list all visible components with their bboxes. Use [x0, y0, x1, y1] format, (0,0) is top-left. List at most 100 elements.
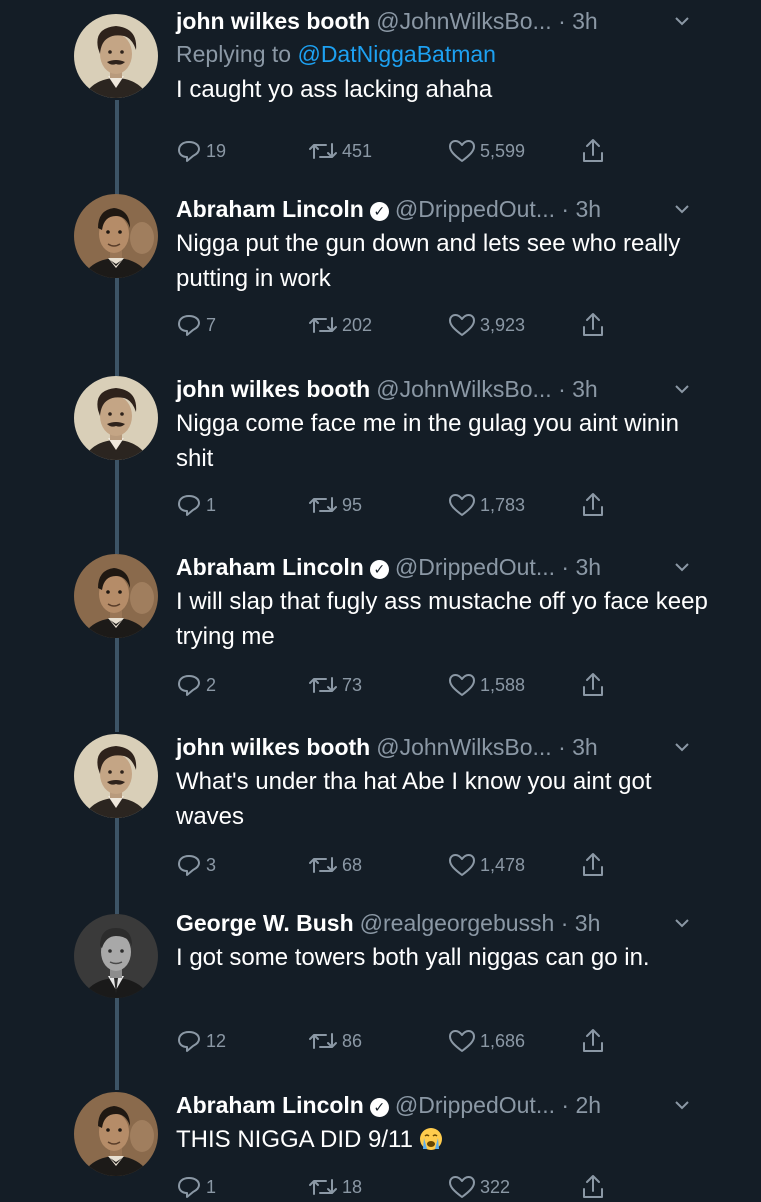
timestamp[interactable]: · 3h — [558, 732, 598, 762]
like-button[interactable]: 3,923 — [448, 310, 525, 340]
like-button[interactable]: 1,686 — [448, 1026, 525, 1056]
avatar[interactable] — [74, 914, 158, 998]
chevron-down-icon[interactable] — [672, 6, 692, 36]
reply-icon — [178, 495, 200, 516]
retweet-count: 86 — [342, 1030, 363, 1051]
retweet-count: 73 — [342, 674, 363, 695]
heart-icon — [449, 1030, 475, 1052]
user-handle[interactable]: @JohnWilksBo... — [376, 6, 551, 36]
share-button[interactable] — [580, 310, 610, 340]
reply-button[interactable]: 1 — [176, 490, 216, 520]
like-button[interactable]: 1,783 — [448, 490, 525, 520]
loudly-crying-face-icon — [419, 1126, 443, 1150]
user-handle[interactable]: @DrippedOut... — [395, 1090, 555, 1120]
tweet-header: Abraham Lincoln ✓ @DrippedOut... · 3h — [176, 552, 716, 582]
tweet-header: George W. Bush @realgeorgebussh · 3h — [176, 908, 716, 938]
tweet[interactable]: George W. Bush @realgeorgebussh · 3h I go… — [0, 900, 761, 1076]
reply-prefix: Replying to — [176, 41, 292, 67]
reply-button[interactable]: 19 — [176, 136, 226, 166]
avatar[interactable] — [74, 554, 158, 638]
user-handle[interactable]: @DrippedOut... — [395, 194, 555, 224]
display-name[interactable]: Abraham Lincoln — [176, 1090, 364, 1120]
tweet-text-container: THIS NIGGA DID 9/11 — [176, 1122, 716, 1157]
timestamp[interactable]: · 3h — [558, 374, 598, 404]
retweet-button[interactable]: 202 — [308, 310, 372, 340]
like-count: 1,478 — [480, 854, 526, 875]
display-name[interactable]: Abraham Lincoln — [176, 194, 364, 224]
reply-button[interactable]: 1 — [176, 1172, 216, 1202]
user-handle[interactable]: @realgeorgebussh — [360, 908, 555, 938]
share-button[interactable] — [580, 1172, 610, 1202]
retweet-button[interactable]: 451 — [308, 136, 372, 166]
chevron-down-icon[interactable] — [672, 908, 692, 938]
tweet[interactable]: john wilkes booth @JohnWilksBo... · 3h Ni… — [0, 360, 761, 536]
retweet-count: 95 — [342, 494, 363, 515]
avatar[interactable] — [74, 376, 158, 460]
user-handle[interactable]: @DrippedOut... — [395, 552, 555, 582]
reply-mention-link[interactable]: @DatNiggaBatman — [297, 41, 496, 67]
tweet-text: What's under tha hat Abe I know you aint… — [176, 768, 652, 830]
retweet-button[interactable]: 18 — [308, 1172, 362, 1202]
like-count: 5,599 — [480, 140, 526, 161]
tweet-actions: 1 95 1,783 — [176, 490, 716, 520]
chevron-down-icon[interactable] — [672, 732, 692, 762]
like-button[interactable]: 1,478 — [448, 850, 525, 880]
tweet[interactable]: john wilkes booth @JohnWilksBo... · 3h Re… — [0, 0, 761, 176]
chevron-down-icon[interactable] — [672, 552, 692, 582]
tweet-actions: 19 451 5,599 — [176, 136, 716, 166]
share-button[interactable] — [580, 490, 610, 520]
display-name[interactable]: Abraham Lincoln — [176, 552, 364, 582]
timestamp[interactable]: · 3h — [561, 908, 601, 938]
retweet-icon — [309, 1179, 337, 1195]
retweet-button[interactable]: 68 — [308, 850, 362, 880]
reply-button[interactable]: 12 — [176, 1026, 226, 1056]
timestamp[interactable]: · 3h — [561, 552, 601, 582]
heart-icon — [449, 1176, 475, 1198]
like-button[interactable]: 322 — [448, 1172, 510, 1202]
avatar[interactable] — [74, 14, 158, 98]
avatar[interactable] — [74, 734, 158, 818]
like-count: 322 — [480, 1176, 511, 1197]
user-handle[interactable]: @JohnWilksBo... — [376, 374, 551, 404]
share-button[interactable] — [580, 850, 610, 880]
retweet-button[interactable]: 73 — [308, 670, 362, 700]
display-name[interactable]: john wilkes booth — [176, 6, 370, 36]
share-icon — [583, 853, 603, 876]
like-button[interactable]: 5,599 — [448, 136, 525, 166]
reply-button[interactable]: 3 — [176, 850, 216, 880]
lincoln-portrait-icon — [74, 194, 158, 278]
display-name[interactable]: john wilkes booth — [176, 732, 370, 762]
chevron-down-icon[interactable] — [672, 1090, 692, 1120]
retweet-button[interactable]: 95 — [308, 490, 362, 520]
like-button[interactable]: 1,588 — [448, 670, 525, 700]
share-button[interactable] — [580, 1026, 610, 1056]
tweet-text: Nigga come face me in the gulag you aint… — [176, 410, 679, 472]
avatar[interactable] — [74, 194, 158, 278]
share-button[interactable] — [580, 670, 610, 700]
reply-button[interactable]: 7 — [176, 310, 216, 340]
reply-button[interactable]: 2 — [176, 670, 216, 700]
tweet-header: john wilkes booth @JohnWilksBo... · 3h — [176, 374, 716, 404]
display-name[interactable]: George W. Bush — [176, 908, 354, 938]
tweet[interactable]: Abraham Lincoln ✓ @DrippedOut... · 3h I wi… — [0, 540, 761, 716]
timestamp[interactable]: · 2h — [561, 1090, 601, 1120]
display-name[interactable]: john wilkes booth — [176, 374, 370, 404]
retweet-button[interactable]: 86 — [308, 1026, 362, 1056]
reply-count: 1 — [206, 1176, 217, 1197]
tweet[interactable]: Abraham Lincoln ✓ @DrippedOut... · 3h Nigg… — [0, 180, 761, 356]
retweet-count: 68 — [342, 854, 363, 875]
chevron-down-icon[interactable] — [672, 194, 692, 224]
tweet[interactable]: Abraham Lincoln ✓ @DrippedOut... · 2h THIS… — [0, 1080, 761, 1200]
tweet-header: john wilkes booth @JohnWilksBo... · 3h — [176, 6, 716, 36]
verified-badge-icon: ✓ — [369, 560, 389, 579]
user-handle[interactable]: @JohnWilksBo... — [376, 732, 551, 762]
timestamp[interactable]: · 3h — [558, 6, 598, 36]
tweet[interactable]: john wilkes booth @JohnWilksBo... · 3h Wh… — [0, 720, 761, 896]
bush-portrait-icon — [74, 914, 158, 998]
share-icon — [583, 1029, 603, 1052]
avatar[interactable] — [74, 1092, 158, 1176]
chevron-down-icon[interactable] — [672, 374, 692, 404]
share-button[interactable] — [580, 136, 610, 166]
lincoln-portrait-icon — [74, 554, 158, 638]
timestamp[interactable]: · 3h — [561, 194, 601, 224]
